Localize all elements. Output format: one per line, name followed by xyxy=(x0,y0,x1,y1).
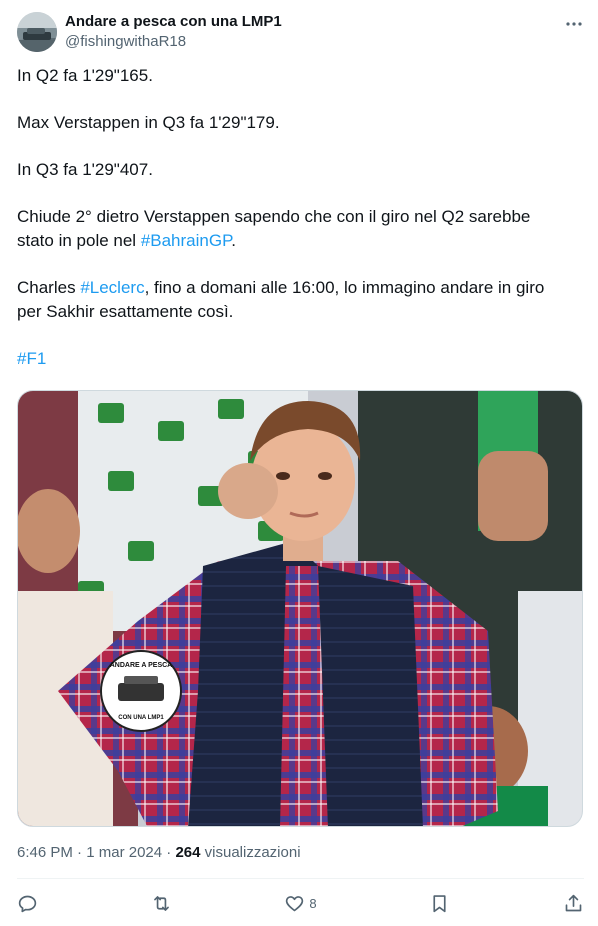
author-avatar[interactable] xyxy=(17,12,57,52)
share-icon xyxy=(565,894,582,911)
tweet-time[interactable]: 6:46 PM xyxy=(17,844,73,861)
author-display-name[interactable]: Andare a pesca con una LMP1 xyxy=(65,13,282,31)
tweet-image[interactable]: ANDARE A PESCA CON UNA LMP1 xyxy=(17,390,583,827)
tweet-meta: 6:46 PM · 1 mar 2024 · 264 visualizzazio… xyxy=(17,843,301,863)
hashtag-leclerc-link[interactable]: #Leclerc xyxy=(80,278,144,297)
tweet-text: In Q2 fa 1'29"165. Max Verstappen in Q3 … xyxy=(17,64,562,371)
like-button[interactable]: 8 xyxy=(284,893,317,914)
tweet-paragraph: Chiude 2° dietro Verstappen sapendo che … xyxy=(17,205,562,253)
reply-icon xyxy=(18,895,37,912)
heart-icon xyxy=(286,895,304,911)
tweet-fragment: Charles xyxy=(17,278,81,297)
bookmark-button[interactable] xyxy=(429,893,450,914)
tweet-fragment: . xyxy=(231,231,236,250)
tweet-line: In Q2 fa 1'29"165. xyxy=(17,66,153,85)
author-handle[interactable]: @fishingwithaR18 xyxy=(65,32,282,52)
hashtag-bahraingp-link[interactable]: #BahrainGP xyxy=(141,231,231,250)
reply-button[interactable] xyxy=(17,893,38,914)
retweet-button[interactable] xyxy=(151,893,172,914)
meta-separator: · xyxy=(77,844,83,861)
tweet-paragraph: Charles #Leclerc, fino a domani alle 16:… xyxy=(17,276,562,324)
tweet-line: In Q3 fa 1'29"407. xyxy=(17,160,153,179)
meta-separator: · xyxy=(166,844,172,861)
tweet-header: Andare a pesca con una LMP1 @fishingwith… xyxy=(17,12,584,54)
share-button[interactable] xyxy=(563,893,584,914)
like-count: 8 xyxy=(309,895,317,911)
more-horizontal-icon[interactable] xyxy=(564,14,584,34)
views-count: 264 xyxy=(175,844,201,861)
tweet-actions: 8 xyxy=(17,888,584,918)
watermark-top-text: ANDARE A PESCA xyxy=(110,662,173,669)
divider xyxy=(17,878,584,879)
tweet-date[interactable]: 1 mar 2024 xyxy=(86,844,162,861)
tweet-fragment: Chiude 2° dietro Verstappen sapendo che … xyxy=(17,207,531,250)
tweet-line: Max Verstappen in Q3 fa 1'29"179. xyxy=(17,113,280,132)
watermark-bottom-text: CON UNA LMP1 xyxy=(118,715,164,721)
retweet-icon xyxy=(153,895,169,911)
bookmark-icon xyxy=(433,894,446,912)
hashtag-f1-link[interactable]: #F1 xyxy=(17,349,46,368)
views-label: visualizzazioni xyxy=(204,844,301,861)
